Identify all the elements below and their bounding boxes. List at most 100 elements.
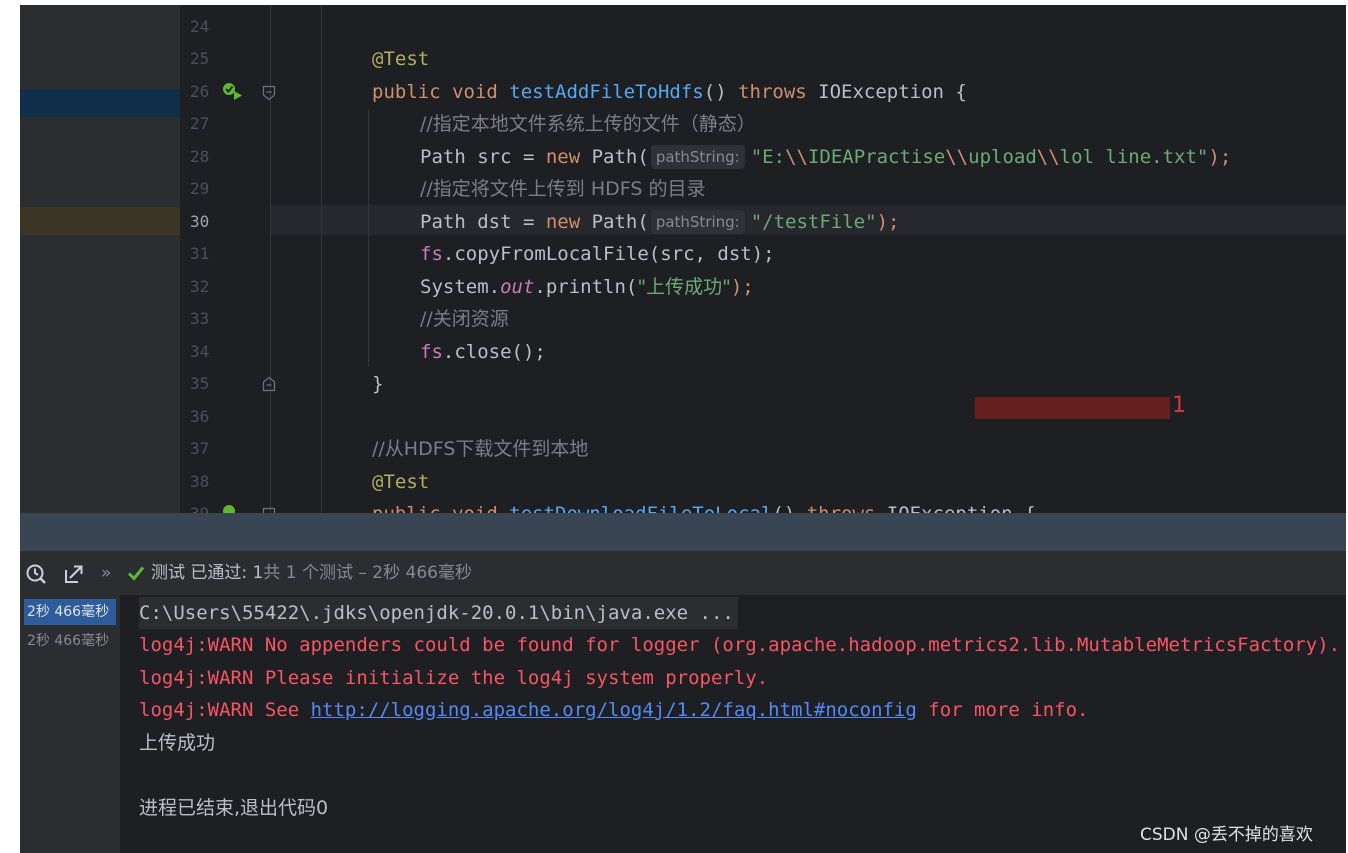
line-number: 31 bbox=[190, 244, 210, 263]
string-token: upload bbox=[968, 146, 1037, 168]
code-line-28[interactable]: Path src = new Path(pathString: "E:\\IDEA… bbox=[420, 141, 1231, 173]
code-line-30[interactable]: Path dst = new Path(pathString: "/testFil… bbox=[420, 206, 899, 238]
redaction-mark: 1 bbox=[1172, 393, 1186, 418]
console-warning: log4j:WARN No appenders could be found f… bbox=[139, 634, 1341, 656]
line-number: 32 bbox=[190, 277, 210, 296]
code-line-29[interactable]: //指定将文件上传到 HDFS 的目录 bbox=[420, 173, 705, 205]
strip-highlight-30 bbox=[20, 207, 180, 235]
code-line-31[interactable]: fs.copyFromLocalFile(src, dst); bbox=[420, 238, 775, 270]
csdn-watermark: CSDN @丢不掉的喜欢 bbox=[1140, 825, 1313, 845]
field-token: fs bbox=[420, 243, 443, 265]
keyword-token: throws bbox=[738, 81, 819, 103]
line-number: 36 bbox=[190, 407, 210, 426]
escape-token: \\ bbox=[945, 146, 969, 168]
code-line-34[interactable]: fs.close(); bbox=[420, 336, 546, 368]
fold-method-icon[interactable] bbox=[262, 85, 276, 101]
run-test-icon[interactable] bbox=[222, 81, 244, 101]
line-number: 24 bbox=[190, 17, 210, 36]
code-line-33[interactable]: //关闭资源 bbox=[420, 303, 509, 335]
method-name-token: testDownloadFileToLocal bbox=[509, 503, 772, 513]
code-editor[interactable]: 24 25 26 27 28 29 30 31 32 33 34 35 36 3… bbox=[20, 5, 1346, 513]
line-number: 29 bbox=[190, 179, 210, 198]
test-summary: 共 1 个测试 – 2秒 466毫秒 bbox=[263, 563, 472, 583]
keyword-token: new bbox=[545, 211, 592, 233]
annotation-token: @Test bbox=[372, 471, 430, 493]
passed-count: 1 bbox=[252, 563, 264, 583]
export-results-icon[interactable] bbox=[63, 563, 85, 585]
more-chevron-icon[interactable]: » bbox=[101, 551, 111, 595]
console-warning: log4j:WARN See http://logging.apache.org… bbox=[139, 694, 1088, 726]
code-token: () bbox=[772, 503, 806, 513]
code-line-27[interactable]: //指定本地文件系统上传的文件（静态） bbox=[420, 108, 756, 140]
code-token: .println( bbox=[534, 276, 638, 298]
code-token: Path src = bbox=[420, 146, 546, 168]
run-test-icon[interactable] bbox=[222, 503, 244, 513]
console-command-line[interactable]: C:\Users\55422\.jdks\openjdk-20.0.1\bin\… bbox=[139, 597, 738, 629]
code-line-26[interactable]: public void testAddFileToHdfs() throws I… bbox=[372, 76, 967, 108]
console-text: log4j:WARN See bbox=[139, 699, 311, 721]
line-number: 34 bbox=[190, 342, 210, 361]
line-number: 35 bbox=[190, 374, 210, 393]
line-number: 37 bbox=[190, 439, 210, 458]
code-token: () bbox=[703, 81, 739, 103]
test-history-icon[interactable] bbox=[25, 563, 47, 585]
string-token: "E: bbox=[750, 146, 786, 168]
code-line-35[interactable]: } bbox=[372, 368, 383, 400]
field-token: fs bbox=[420, 341, 443, 363]
code-token: Path dst = bbox=[420, 211, 546, 233]
test-tree-item-selected[interactable]: 2秒 466毫秒 bbox=[24, 599, 116, 625]
keyword-token: throws bbox=[807, 503, 887, 513]
string-token: lol line.txt" bbox=[1059, 146, 1209, 168]
console-warning: log4j:WARN Please initialize the log4j s… bbox=[139, 667, 769, 689]
console-exit-message: 进程已结束,退出代码0 bbox=[139, 797, 329, 819]
keyword-token: public void bbox=[372, 81, 510, 103]
string-token: "/testFile" bbox=[750, 211, 877, 233]
line-number: 33 bbox=[190, 309, 210, 328]
string-token: "上传成功" bbox=[637, 276, 731, 298]
code-line-38[interactable]: @Test bbox=[372, 466, 429, 498]
line-number: 38 bbox=[190, 472, 210, 491]
code-token: .copyFromLocalFile(src, dst); bbox=[442, 243, 775, 265]
code-token: IOException { bbox=[887, 503, 1036, 513]
code-token: IOException { bbox=[818, 81, 967, 103]
structure-strip bbox=[20, 5, 180, 513]
line-number: 25 bbox=[190, 49, 210, 68]
code-token: ); bbox=[730, 276, 754, 298]
line-number: 27 bbox=[190, 114, 210, 133]
string-token: IDEAPractise bbox=[807, 146, 946, 168]
code-token: System. bbox=[420, 276, 501, 298]
line-number: 28 bbox=[190, 147, 210, 166]
test-tree: 2秒 466毫秒 2秒 466毫秒 bbox=[20, 595, 120, 853]
test-status-label: 测试 已通过: bbox=[151, 563, 248, 583]
escape-token: \\ bbox=[785, 146, 808, 168]
console-text: for more info. bbox=[916, 699, 1089, 721]
code-line-37[interactable]: //从HDFS下载文件到本地 bbox=[372, 433, 588, 465]
code-line-39[interactable]: public void testDownloadFileToLocal() th… bbox=[372, 498, 1036, 513]
annotation-token: @Test bbox=[372, 48, 430, 70]
test-status: 测试 已通过: 1共 1 个测试 – 2秒 466毫秒 bbox=[151, 551, 472, 595]
panel-splitter[interactable] bbox=[20, 513, 1346, 551]
strip-highlight-26 bbox=[20, 89, 180, 117]
method-name-token: testAddFileToHdfs bbox=[509, 81, 704, 103]
run-toolbar: » 测试 已通过: 1共 1 个测试 – 2秒 466毫秒 bbox=[20, 551, 1346, 595]
code-token: .close(); bbox=[442, 341, 546, 363]
escape-token: \\ bbox=[1036, 146, 1060, 168]
indent-guide bbox=[368, 109, 369, 367]
code-token: ); bbox=[1208, 146, 1232, 168]
code-line-25[interactable]: @Test bbox=[372, 43, 429, 75]
keyword-token: public void bbox=[372, 503, 509, 513]
parameter-hint: pathString: bbox=[650, 145, 745, 169]
code-line-32[interactable]: System.out.println("上传成功"); bbox=[420, 271, 754, 303]
redacted-overlay bbox=[975, 397, 1170, 419]
log4j-faq-link[interactable]: http://logging.apache.org/log4j/1.2/faq.… bbox=[311, 699, 917, 721]
gutter-separator bbox=[270, 5, 271, 513]
fold-end-icon[interactable] bbox=[262, 376, 276, 392]
code-token: Path( bbox=[591, 211, 649, 233]
static-field-token: out bbox=[500, 276, 535, 298]
keyword-token: new bbox=[545, 146, 592, 168]
parameter-hint: pathString: bbox=[650, 210, 745, 234]
line-number-current: 30 bbox=[190, 212, 210, 231]
test-tree-item[interactable]: 2秒 466毫秒 bbox=[24, 628, 116, 654]
code-token: ); bbox=[876, 211, 900, 233]
test-passed-check-icon bbox=[127, 566, 145, 581]
